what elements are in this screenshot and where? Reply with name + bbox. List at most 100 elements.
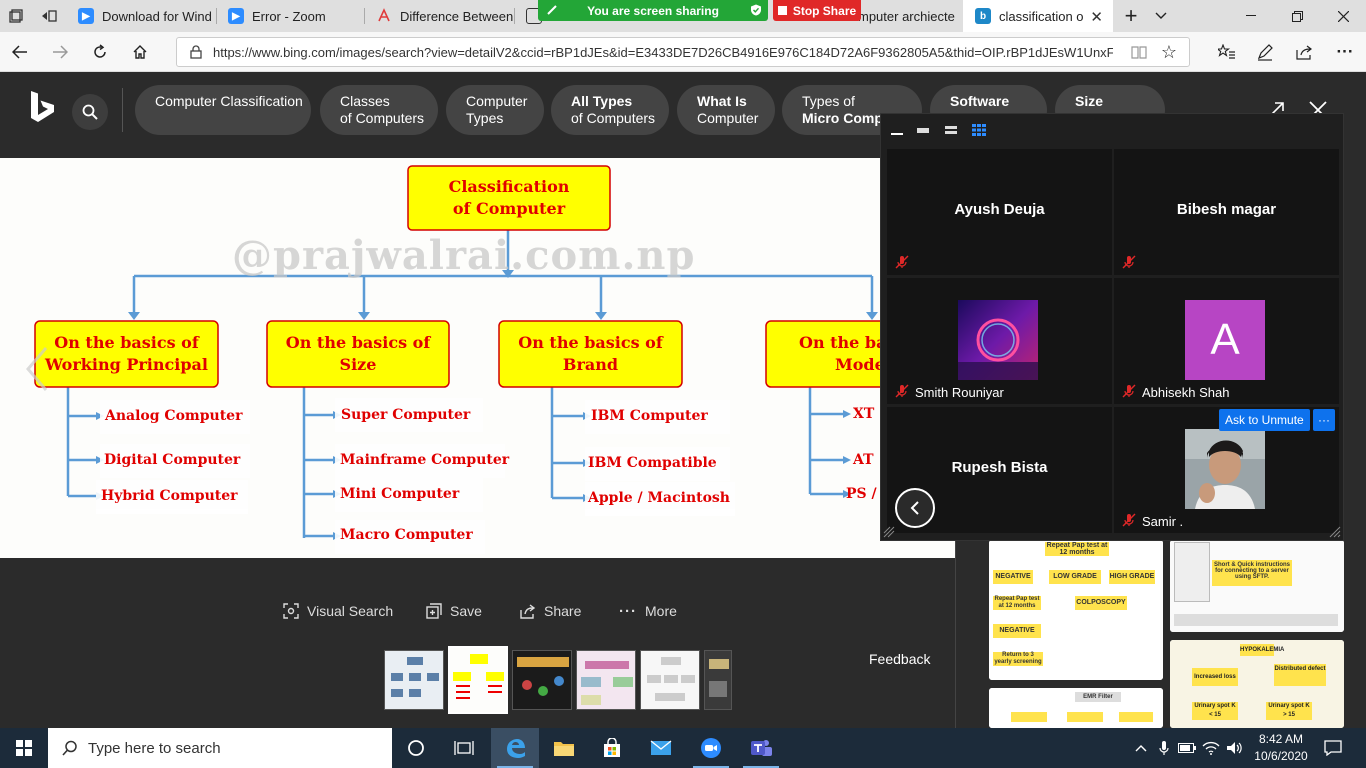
more-dots-icon: ··· bbox=[619, 602, 637, 620]
related-image-card[interactable]: HYPOKALEMIA Increased loss Distributed d… bbox=[1170, 640, 1344, 728]
participant-tile[interactable]: A Abhisekh Shah bbox=[1114, 278, 1339, 404]
thumbnail[interactable] bbox=[640, 650, 700, 710]
share-page-icon[interactable] bbox=[1294, 41, 1316, 63]
tab-error-zoom[interactable]: ▶ Error - Zoom bbox=[216, 0, 364, 32]
url-field[interactable]: https://www.bing.com/images/search?view=… bbox=[176, 37, 1190, 67]
volume-icon[interactable] bbox=[1226, 739, 1244, 757]
pen-notes-icon[interactable] bbox=[1254, 41, 1276, 63]
favorites-list-icon[interactable] bbox=[1216, 41, 1238, 63]
url-text[interactable]: https://www.bing.com/images/search?view=… bbox=[213, 45, 1113, 60]
taskbar-search-box[interactable]: Type here to search bbox=[48, 728, 392, 768]
related-image-card[interactable]: Short & Quick instructions for connectin… bbox=[1170, 540, 1344, 632]
battery-icon[interactable] bbox=[1178, 739, 1196, 757]
home-icon[interactable] bbox=[126, 38, 154, 66]
previous-page-button[interactable] bbox=[895, 488, 935, 528]
tab-download-zoom[interactable]: ▶ Download for Wind bbox=[66, 0, 216, 32]
bing-logo-icon[interactable] bbox=[28, 90, 58, 126]
chip-classes-of-computers[interactable]: Classes of Computers bbox=[320, 85, 438, 135]
file-explorer-button[interactable] bbox=[540, 728, 588, 768]
cortana-button[interactable] bbox=[392, 728, 440, 768]
tab-classification-active[interactable]: b classification o ✕ bbox=[963, 0, 1113, 32]
search-button[interactable] bbox=[72, 94, 108, 130]
shield-icon bbox=[751, 4, 761, 16]
branch-box-brand: On the basics of Brand bbox=[518, 333, 663, 374]
task-view-icon bbox=[454, 741, 474, 755]
related-image-card[interactable]: EMR Filter bbox=[989, 688, 1163, 728]
share-button[interactable]: Share bbox=[520, 600, 581, 622]
avatar: A bbox=[1185, 300, 1265, 380]
chip-computer-types[interactable]: Computer Types bbox=[446, 85, 544, 135]
show-hidden-icons-chevron-icon[interactable] bbox=[1132, 739, 1150, 757]
task-view-button[interactable] bbox=[440, 728, 488, 768]
windows-logo-icon bbox=[16, 740, 32, 756]
close-tab-icon[interactable]: ✕ bbox=[1090, 8, 1103, 26]
lock-icon[interactable] bbox=[189, 45, 203, 59]
clock-date: 10/6/2020 bbox=[1254, 749, 1308, 763]
speaker-view-icon[interactable] bbox=[915, 123, 931, 137]
share-status-icon bbox=[547, 5, 557, 15]
reading-view-icon[interactable] bbox=[1131, 44, 1147, 60]
participant-tile[interactable]: Ayush Deuja bbox=[887, 149, 1112, 275]
diagram-item: Mini Computer bbox=[340, 486, 460, 502]
minimize-video-icon[interactable] bbox=[889, 123, 905, 137]
zoom-video-panel: Ayush Deuja Bibesh magar Smith Rouniyar … bbox=[880, 113, 1344, 541]
settings-more-icon[interactable]: ··· bbox=[1334, 41, 1356, 63]
more-button[interactable]: ··· More bbox=[619, 600, 677, 622]
zoom-app-icon bbox=[701, 738, 721, 758]
wifi-icon[interactable] bbox=[1202, 739, 1220, 757]
back-arrow-icon[interactable] bbox=[6, 38, 34, 66]
chip-all-types-of-computers[interactable]: All Types of Computers bbox=[551, 85, 669, 135]
resize-handle-icon[interactable] bbox=[883, 526, 895, 538]
diagram-item: Digital Computer bbox=[104, 452, 241, 468]
stop-share-button[interactable]: Stop Share bbox=[773, 0, 861, 21]
thumbnail[interactable] bbox=[704, 650, 732, 710]
feedback-link[interactable]: Feedback bbox=[869, 651, 930, 667]
participant-label: Abhisekh Shah bbox=[1142, 385, 1230, 400]
notifications-icon[interactable] bbox=[1324, 739, 1342, 757]
ask-to-unmute-button[interactable]: Ask to Unmute bbox=[1219, 409, 1310, 431]
thumbnail[interactable] bbox=[576, 650, 636, 710]
tab-list-chevron-icon[interactable] bbox=[1150, 6, 1172, 26]
diagram-item: XT bbox=[853, 406, 875, 422]
teams-taskbar-button[interactable] bbox=[737, 728, 785, 768]
edge-icon bbox=[507, 739, 525, 758]
favorite-star-icon[interactable]: ☆ bbox=[1159, 42, 1179, 62]
muted-mic-icon bbox=[1122, 255, 1136, 269]
resize-handle-icon[interactable] bbox=[1329, 526, 1341, 538]
chip-what-is-computer[interactable]: What Is Computer bbox=[677, 85, 775, 135]
minimize-icon[interactable] bbox=[1228, 0, 1274, 32]
chip-computer-classification[interactable]: Computer Classification bbox=[135, 85, 311, 135]
zoom-taskbar-button[interactable] bbox=[687, 728, 735, 768]
related-image-card[interactable]: Repeat Pap test at 12 months NEGATIVE LO… bbox=[989, 540, 1163, 680]
start-button[interactable] bbox=[0, 728, 48, 768]
screen-sharing-banner[interactable]: You are screen sharing bbox=[538, 0, 768, 21]
mail-button[interactable] bbox=[637, 728, 685, 768]
thumbnail-selected[interactable] bbox=[448, 646, 508, 714]
save-button[interactable]: Save bbox=[426, 600, 482, 622]
store-button[interactable] bbox=[588, 728, 636, 768]
thumbnail[interactable] bbox=[512, 650, 572, 710]
watermark: @prajwalrai.com.np bbox=[232, 232, 696, 279]
tab-actions-icon[interactable] bbox=[0, 0, 32, 32]
restore-icon[interactable] bbox=[1274, 0, 1320, 32]
classification-diagram-image[interactable]: @prajwalrai.com.np Classification of Com… bbox=[0, 158, 955, 558]
microphone-icon[interactable] bbox=[1155, 739, 1173, 757]
new-tab-icon[interactable]: + bbox=[1120, 3, 1142, 28]
image-viewer: @prajwalrai.com.np Classification of Com… bbox=[0, 148, 955, 728]
strip-view-icon[interactable] bbox=[943, 123, 959, 137]
taskbar-clock[interactable]: 8:42 AM 10/6/2020 bbox=[1251, 731, 1311, 765]
forward-arrow-icon[interactable] bbox=[46, 38, 74, 66]
branch-box-working-principal: On the basics of Working Principal bbox=[45, 333, 208, 374]
close-window-icon[interactable] bbox=[1320, 0, 1366, 32]
tab-difference-between[interactable]: Difference Between bbox=[364, 0, 514, 32]
visual-search-button[interactable]: Visual Search bbox=[283, 600, 393, 622]
edge-taskbar-button[interactable] bbox=[491, 728, 539, 768]
thumbnail[interactable] bbox=[384, 650, 444, 710]
gallery-view-icon[interactable] bbox=[971, 123, 987, 137]
refresh-icon[interactable] bbox=[86, 38, 114, 66]
participant-more-button[interactable]: ··· bbox=[1313, 409, 1335, 431]
set-aside-tabs-icon[interactable] bbox=[34, 0, 64, 32]
previous-image-chevron-icon[interactable] bbox=[22, 344, 52, 394]
participant-tile[interactable]: Bibesh magar bbox=[1114, 149, 1339, 275]
participant-tile[interactable]: Smith Rouniyar bbox=[887, 278, 1112, 404]
